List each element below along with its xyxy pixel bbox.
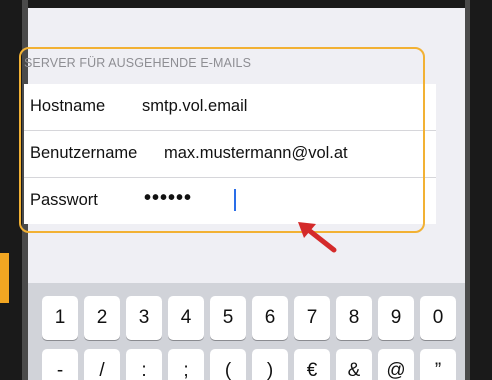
key-row1-3[interactable]: 4 bbox=[168, 296, 204, 340]
orange-side-marker bbox=[0, 253, 9, 303]
key-row1-5[interactable]: 6 bbox=[252, 296, 288, 340]
key-row2-4[interactable]: ( bbox=[210, 349, 246, 380]
key-row1-9[interactable]: 0 bbox=[420, 296, 456, 340]
key-row1-0[interactable]: 1 bbox=[42, 296, 78, 340]
key-row2-7[interactable]: & bbox=[336, 349, 372, 380]
key-row2-0[interactable]: - bbox=[42, 349, 78, 380]
key-row1-2[interactable]: 3 bbox=[126, 296, 162, 340]
key-row2-9[interactable]: ” bbox=[420, 349, 456, 380]
key-row2-2[interactable]: : bbox=[126, 349, 162, 380]
key-row1-8[interactable]: 9 bbox=[378, 296, 414, 340]
highlight-frame bbox=[19, 47, 425, 233]
keyboard-row-digits: 1234567890 bbox=[28, 296, 465, 340]
phone-bezel-top bbox=[0, 0, 492, 8]
key-row1-6[interactable]: 7 bbox=[294, 296, 330, 340]
phone-bezel-right-edge bbox=[465, 0, 470, 380]
key-row2-8[interactable]: @ bbox=[378, 349, 414, 380]
phone-bezel-right bbox=[470, 0, 492, 380]
key-row1-4[interactable]: 5 bbox=[210, 296, 246, 340]
key-row2-1[interactable]: / bbox=[84, 349, 120, 380]
keyboard-row-symbols: - /:;() € & @” bbox=[28, 349, 465, 380]
key-row2-3[interactable]: ; bbox=[168, 349, 204, 380]
key-row1-1[interactable]: 2 bbox=[84, 296, 120, 340]
key-row2-6[interactable]: € bbox=[294, 349, 330, 380]
arrow-icon bbox=[298, 222, 337, 253]
numeric-keyboard: 1234567890 - /:;() € & @” bbox=[28, 283, 465, 380]
phone-screenshot: SERVER FÜR AUSGEHENDE E-MAILS Hostname s… bbox=[0, 0, 492, 380]
key-row2-5[interactable]: ) bbox=[252, 349, 288, 380]
key-row1-7[interactable]: 8 bbox=[336, 296, 372, 340]
